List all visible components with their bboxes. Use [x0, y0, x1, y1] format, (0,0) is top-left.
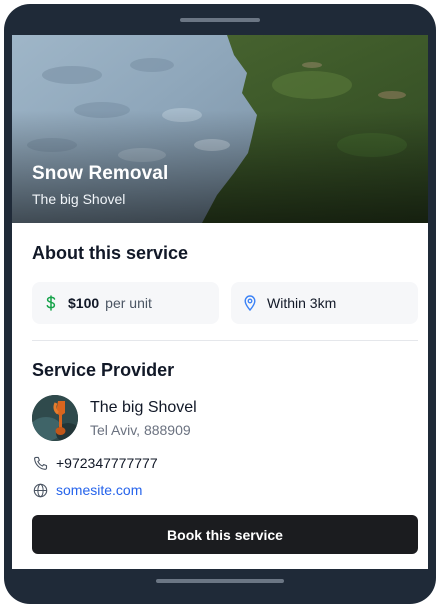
location-pin-icon [243, 295, 257, 311]
website-row[interactable]: somesite.com [32, 482, 142, 498]
provider-address: Tel Aviv, 888909 [90, 422, 191, 438]
phone-icon [32, 455, 48, 471]
price-unit: per unit [105, 295, 152, 311]
top-drag-handle[interactable] [180, 18, 260, 22]
service-detail-sheet: Snow Removal The big Shovel About this s… [12, 35, 428, 569]
phone-number[interactable]: +972347777777 [56, 455, 158, 471]
hero-image: Snow Removal The big Shovel [12, 35, 428, 223]
section-divider [32, 340, 418, 341]
price-chip: $100 per unit [32, 282, 219, 324]
phone-row[interactable]: +972347777777 [32, 455, 158, 471]
distance-chip: Within 3km [231, 282, 418, 324]
provider-heading: Service Provider [32, 360, 175, 380]
distance-label: Within 3km [267, 295, 337, 311]
about-heading: About this service [32, 243, 189, 263]
provider-name: The big Shovel [90, 399, 197, 416]
price-value: $100 [68, 295, 100, 311]
provider-avatar [32, 395, 78, 441]
book-service-button[interactable]: Book this service [32, 515, 418, 554]
service-subtitle: The big Shovel [32, 191, 126, 207]
globe-icon [32, 482, 48, 498]
dollar-icon [44, 295, 58, 311]
website-link[interactable]: somesite.com [56, 482, 142, 498]
service-title: Snow Removal [32, 163, 169, 184]
bottom-handle [156, 579, 284, 583]
device-frame: Snow Removal The big Shovel About this s… [4, 4, 436, 604]
